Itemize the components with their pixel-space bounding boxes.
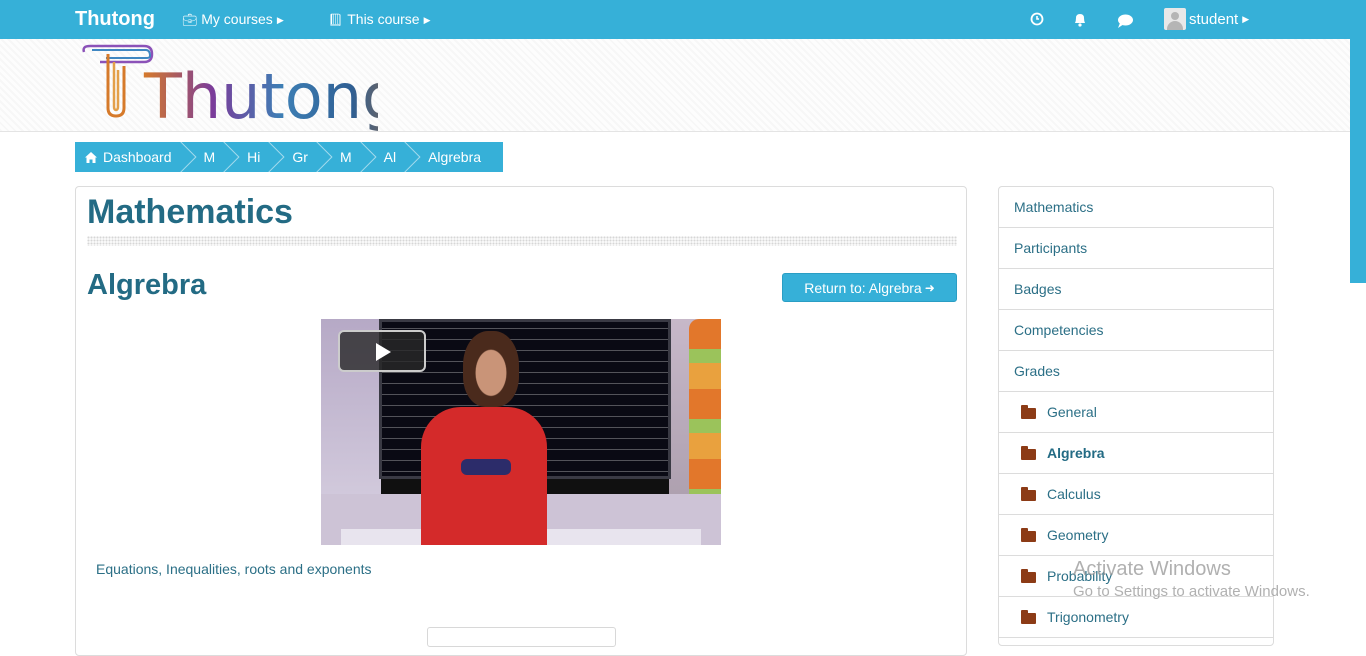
caret-right-icon: ▶ <box>423 15 431 25</box>
sidebar-item-grades[interactable]: Grades <box>999 351 1273 392</box>
main-content-card: Mathematics Algrebra Return to: Algrebra… <box>75 186 967 656</box>
folder-icon <box>1021 527 1036 542</box>
sidebar-item-label: Badges <box>1014 281 1062 297</box>
sidebar-item-label: Participants <box>1014 240 1088 256</box>
breadcrumb-separator <box>356 142 376 172</box>
folder-icon <box>1021 445 1036 460</box>
sidebar-item-geometry[interactable]: Geometry <box>999 515 1273 556</box>
sidebar-item-label: Calculus <box>1047 486 1101 502</box>
watermark-subtitle: Go to Settings to activate Windows. <box>1073 583 1310 600</box>
user-menu[interactable]: student ▶ <box>1164 7 1249 31</box>
clock-icon[interactable] <box>1028 10 1046 28</box>
activation-watermark: Activate Windows Go to Settings to activ… <box>1073 558 1310 600</box>
my-courses-menu[interactable]: 💼︎ My courses ▶ <box>182 11 284 27</box>
content-box <box>427 627 616 647</box>
sidebar-item-participants[interactable]: Participants <box>999 228 1273 269</box>
return-button-label: Return to: Algrebra <box>804 279 922 296</box>
video-presenter <box>421 407 547 545</box>
sidebar-item-label: Mathematics <box>1014 199 1094 215</box>
breadcrumb: Dashboard M Hi Gr M Al Algrebra <box>75 142 504 172</box>
watermark-title: Activate Windows <box>1073 558 1231 580</box>
sidebar-item-mathematics[interactable]: Mathematics <box>999 187 1273 228</box>
sidebar-item-badges[interactable]: Badges <box>999 269 1273 310</box>
breadcrumb-separator <box>264 142 284 172</box>
top-navbar: Thutong 💼︎ My courses ▶ 📕︎ This course ▶ stu… <box>0 0 1366 39</box>
avatar <box>1164 8 1186 30</box>
site-brand[interactable]: Thutong <box>75 8 155 31</box>
sign-in-icon: ➜ <box>924 280 935 295</box>
folder-icon <box>1021 609 1036 624</box>
this-course-menu[interactable]: 📕︎ This course ▶ <box>328 11 431 27</box>
play-button[interactable] <box>338 330 426 372</box>
sidebar-item-label: General <box>1047 404 1097 420</box>
dotted-divider <box>87 236 957 246</box>
page-title: Mathematics <box>87 193 293 231</box>
breadcrumb-separator <box>400 142 420 172</box>
folder-icon <box>1021 404 1036 419</box>
sidebar-item-label: Geometry <box>1047 527 1109 543</box>
home-icon <box>85 151 97 163</box>
breadcrumb-item-dashboard[interactable]: Dashboard <box>84 142 172 172</box>
logo-wordmark: Thutong. <box>143 60 378 132</box>
breadcrumb-separator <box>312 142 332 172</box>
chat-icon[interactable] <box>1116 12 1134 30</box>
sidebar-item-label: Trigonometry <box>1047 609 1129 625</box>
book-icon: 📕︎ <box>328 13 344 27</box>
video-presenter-head <box>463 331 519 407</box>
page-scrollbar[interactable] <box>1350 39 1366 283</box>
sidebar-item-trigonometry[interactable]: Trigonometry <box>999 597 1273 638</box>
breadcrumb-label: Dashboard <box>103 149 172 165</box>
caret-right-icon: ▶ <box>1242 13 1250 24</box>
breadcrumb-separator <box>219 142 239 172</box>
sidebar-item-label: Competencies <box>1014 322 1104 338</box>
return-to-section-button[interactable]: Return to: Algrebra ➜ <box>782 273 957 302</box>
sidebar-item-label: Grades <box>1014 363 1060 379</box>
video-presenter-logo <box>461 459 511 475</box>
caret-right-icon: ▶ <box>276 15 284 25</box>
sidebar-item-algrebra[interactable]: Algrebra <box>999 433 1273 474</box>
folder-icon <box>1021 568 1036 583</box>
sidebar-item-label: Algrebra <box>1047 445 1105 461</box>
user-name: student <box>1189 10 1239 28</box>
sidebar-item-general[interactable]: General <box>999 392 1273 433</box>
bell-icon[interactable] <box>1071 10 1089 28</box>
this-course-label: This course <box>347 11 420 27</box>
my-courses-label: My courses <box>201 11 273 27</box>
breadcrumb-separator <box>176 142 196 172</box>
site-logo[interactable]: Thutong. <box>78 44 378 132</box>
folder-icon <box>1021 486 1036 501</box>
sidebar-item-competencies[interactable]: Competencies <box>999 310 1273 351</box>
video-player[interactable] <box>321 319 721 545</box>
sidebar-item-calculus[interactable]: Calculus <box>999 474 1273 515</box>
section-title: Algrebra <box>87 269 207 301</box>
breadcrumb-item-current[interactable]: Algrebra <box>428 142 481 172</box>
briefcase-icon: 💼︎ <box>182 13 198 27</box>
section-summary: Equations, Inequalities, roots and expon… <box>96 561 372 577</box>
